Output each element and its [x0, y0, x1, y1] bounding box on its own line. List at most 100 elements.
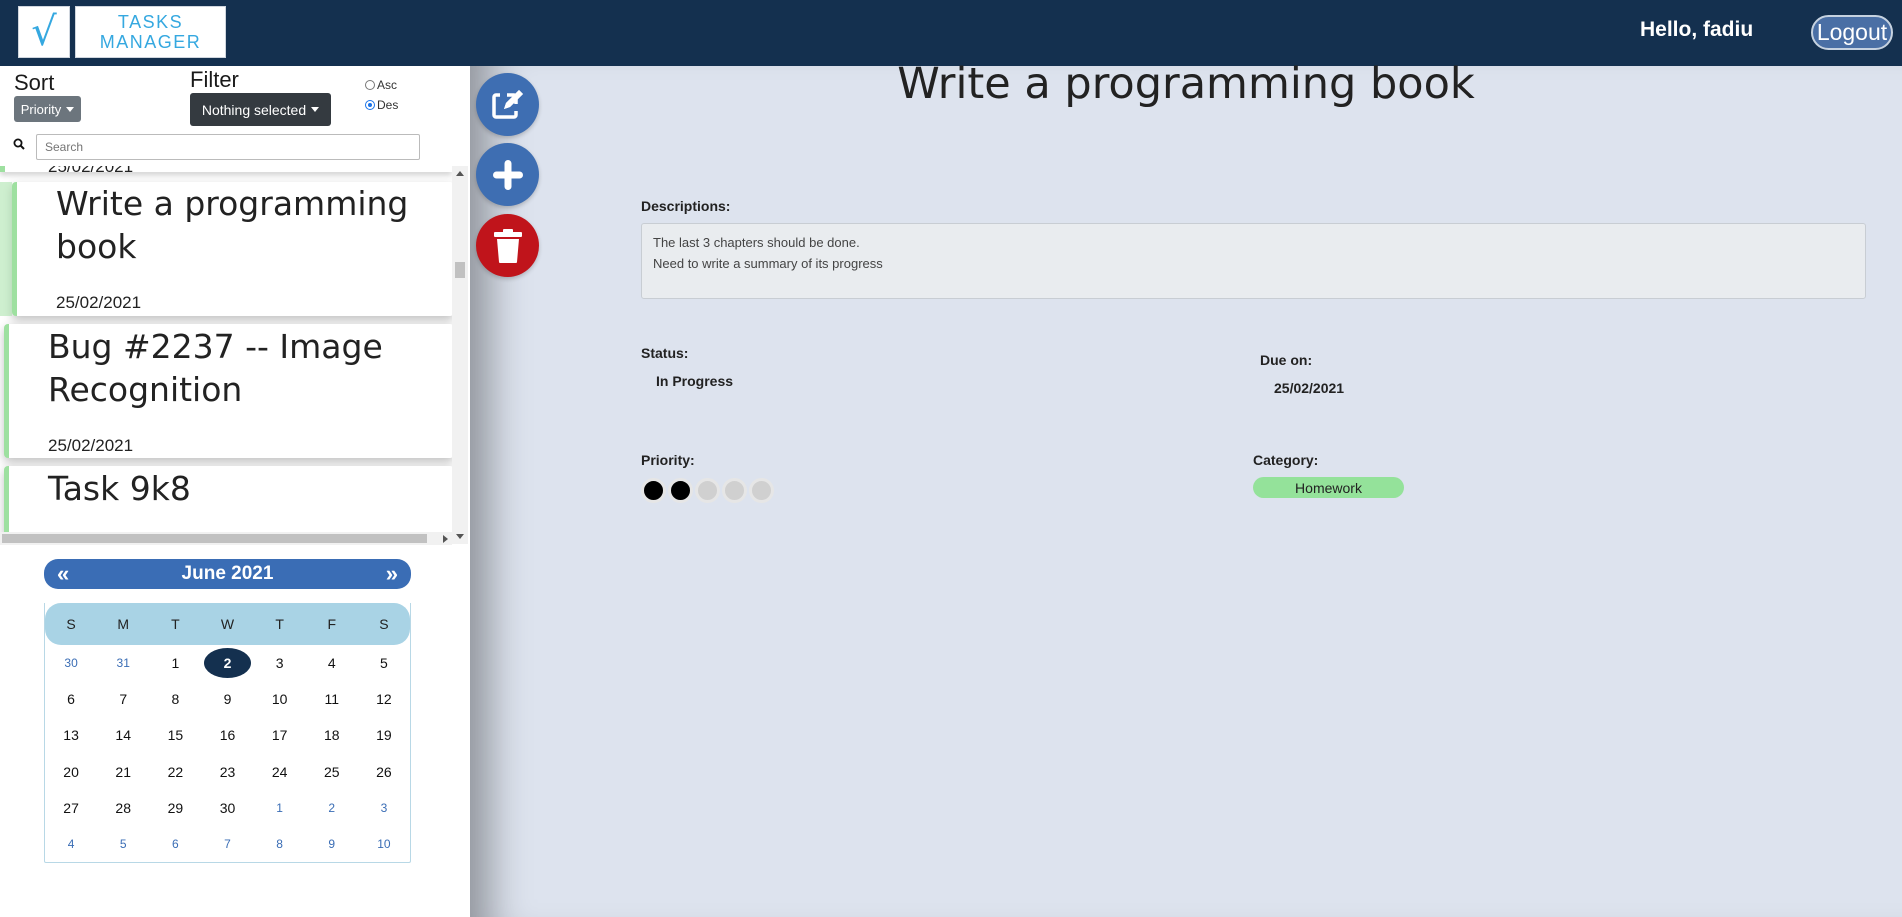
task-title: Bug #2237 -- Image Recognition: [48, 325, 383, 411]
calendar-day[interactable]: 7: [201, 826, 253, 862]
scroll-right-icon[interactable]: [443, 535, 448, 543]
calendar-prev-button[interactable]: «: [57, 561, 69, 587]
order-asc-option[interactable]: Asc: [365, 78, 397, 92]
chevron-down-icon: [311, 107, 320, 112]
calendar-day[interactable]: 23: [201, 754, 253, 790]
calendar-day[interactable]: 10: [254, 681, 306, 717]
calendar-day[interactable]: 20: [45, 754, 97, 790]
calendar-day[interactable]: 30: [201, 790, 253, 826]
task-title: Task 9k8: [48, 469, 191, 508]
user-greeting: Hello, fadiu: [1640, 18, 1754, 41]
category-badge: Homework: [1253, 477, 1404, 498]
calendar-day[interactable]: 14: [97, 717, 149, 753]
calendar-days: 30 31 1 2 3 4 5 6 7 8 9 10 11 12 13 14 15 16 17 18 19 20 21 22 2…: [45, 645, 410, 862]
calendar-day[interactable]: 16: [201, 717, 253, 753]
calendar-day[interactable]: 13: [45, 717, 97, 753]
scroll-down-icon[interactable]: [456, 534, 464, 539]
priority-dot: [668, 478, 693, 503]
weekday-label: M: [117, 616, 130, 632]
asc-radio[interactable]: [365, 80, 375, 90]
calendar-day[interactable]: 5: [358, 645, 410, 681]
calendar-day[interactable]: 31: [97, 645, 149, 681]
logo-line2: MANAGER: [99, 32, 202, 52]
logout-button[interactable]: Logout: [1811, 15, 1893, 50]
calendar-day[interactable]: 1: [149, 645, 201, 681]
calendar-day[interactable]: 29: [149, 790, 201, 826]
task-detail-title: Write a programming book: [897, 59, 1475, 109]
calendar-day[interactable]: 21: [97, 754, 149, 790]
task-card-selected[interactable]: Write a programming book 25/02/2021: [12, 182, 452, 316]
calendar-day[interactable]: 2: [306, 790, 358, 826]
sort-dropdown[interactable]: Priority: [14, 96, 81, 122]
calendar-day[interactable]: 30: [45, 645, 97, 681]
calendar-day[interactable]: 6: [45, 681, 97, 717]
logo-line1: TASKS: [117, 12, 184, 32]
app-logo: TASKS MANAGER: [75, 6, 226, 58]
calendar-day[interactable]: 3: [254, 645, 306, 681]
calendar-day[interactable]: 4: [45, 826, 97, 862]
calendar-day[interactable]: 8: [254, 826, 306, 862]
scroll-up-icon[interactable]: [456, 171, 464, 176]
task-card[interactable]: Bug #2237 -- Image Recognition 25/02/202…: [4, 324, 452, 458]
plus-icon: [492, 159, 523, 190]
task-title-line2: Recognition: [48, 370, 243, 409]
calendar-day[interactable]: 15: [149, 717, 201, 753]
search-input[interactable]: [36, 134, 420, 160]
order-des-option[interactable]: Des: [365, 98, 398, 112]
calendar-day[interactable]: 10: [358, 826, 410, 862]
calendar-day[interactable]: 27: [45, 790, 97, 826]
priority-dot: [722, 478, 747, 503]
weekday-label: T: [275, 616, 284, 632]
weekday-label: T: [171, 616, 180, 632]
priority-rating: [641, 478, 776, 503]
calendar-day[interactable]: 9: [306, 826, 358, 862]
calendar-day[interactable]: 18: [306, 717, 358, 753]
list-controls: Sort Priority Filter Nothing selected As…: [0, 66, 470, 166]
due-value: 25/02/2021: [1274, 380, 1345, 396]
add-task-button[interactable]: [476, 143, 539, 206]
asc-label: Asc: [377, 78, 398, 92]
scrollbar-thumb[interactable]: [455, 262, 465, 278]
calendar-day[interactable]: 22: [149, 754, 201, 790]
calendar-day[interactable]: 8: [149, 681, 201, 717]
filter-value: Nothing selected: [201, 101, 307, 118]
task-date: 25/02/2021: [56, 293, 142, 312]
delete-task-button[interactable]: [476, 214, 539, 277]
chevron-down-icon: [66, 106, 75, 112]
calendar-month-title[interactable]: June 2021: [182, 563, 274, 585]
task-list-vertical-scrollbar[interactable]: [452, 166, 468, 544]
calendar-body: S M T W T F S 30 31 1 2 3 4 5 6 7 8 9 10 11 12 13 14 15 1…: [44, 603, 411, 864]
task-list-horizontal-scrollbar[interactable]: [0, 532, 452, 545]
descriptions-field[interactable]: The last 3 chapters should be done. Need…: [641, 223, 1866, 299]
task-date: 25/02/2021: [48, 436, 134, 455]
calendar-day[interactable]: 17: [254, 717, 306, 753]
priority-label: Priority:: [641, 452, 695, 468]
calendar-next-button[interactable]: »: [386, 561, 398, 587]
filter-dropdown[interactable]: Nothing selected: [190, 93, 331, 126]
calendar-day[interactable]: 26: [358, 754, 410, 790]
priority-dot: [749, 478, 774, 503]
calendar-day[interactable]: 19: [358, 717, 410, 753]
filter-label: Filter: [190, 67, 239, 92]
weekday-label: S: [379, 616, 389, 632]
calendar-day[interactable]: 4: [306, 645, 358, 681]
calendar-day[interactable]: 6: [149, 826, 201, 862]
des-radio[interactable]: [365, 100, 375, 110]
calendar-day[interactable]: 28: [97, 790, 149, 826]
calendar-day[interactable]: 11: [306, 681, 358, 717]
calendar-day[interactable]: 24: [254, 754, 306, 790]
calendar-day[interactable]: 12: [358, 681, 410, 717]
sidebar: Sort Priority Filter Nothing selected As…: [0, 66, 470, 917]
calendar-day[interactable]: 3: [358, 790, 410, 826]
calendar-day[interactable]: 7: [97, 681, 149, 717]
des-label: Des: [377, 98, 399, 112]
selection-indicator: [0, 182, 12, 316]
calendar-day[interactable]: 25: [306, 754, 358, 790]
calendar-day[interactable]: 2: [201, 645, 253, 681]
today-marker: 2: [203, 648, 251, 679]
scrollbar-thumb[interactable]: [2, 534, 427, 543]
calendar-day[interactable]: 5: [97, 826, 149, 862]
calendar-day[interactable]: 1: [254, 790, 306, 826]
weekday-label: F: [327, 616, 337, 632]
calendar-day[interactable]: 9: [201, 681, 253, 717]
